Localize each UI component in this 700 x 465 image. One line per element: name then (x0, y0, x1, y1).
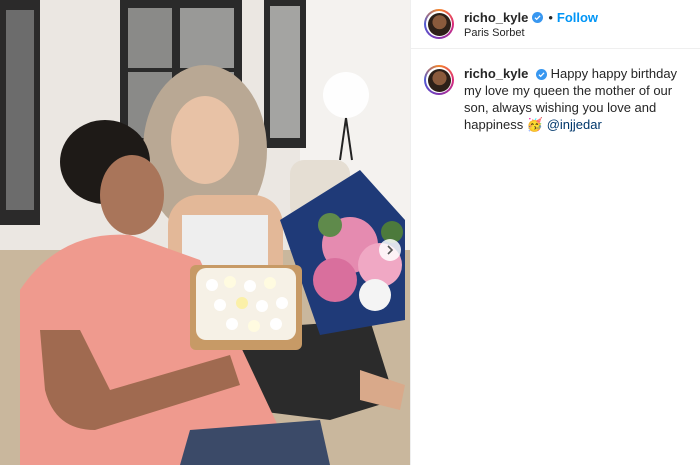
location-link[interactable]: Paris Sorbet (464, 27, 598, 39)
header-username[interactable]: richo_kyle (464, 10, 528, 25)
caption: richo_kyle Happy happy birthday my love … (411, 49, 700, 133)
separator-dot: • (548, 9, 553, 25)
verified-badge-icon (535, 69, 547, 81)
avatar[interactable] (424, 9, 454, 39)
post-header: richo_kyle • Follow Paris Sorbet (411, 0, 700, 49)
chevron-right-icon (387, 245, 394, 255)
follow-button[interactable]: Follow (557, 10, 598, 25)
caption-text: richo_kyle Happy happy birthday my love … (464, 65, 684, 133)
photo-illustration (0, 0, 410, 465)
caption-username[interactable]: richo_kyle (464, 66, 528, 81)
post-sidebar: richo_kyle • Follow Paris Sorbet richo_k… (410, 0, 700, 465)
party-emoji: 🥳 (526, 117, 544, 132)
post-photo[interactable] (0, 0, 410, 465)
instagram-post: richo_kyle • Follow Paris Sorbet richo_k… (0, 0, 700, 465)
mention-link[interactable]: @injjedar (547, 117, 602, 132)
verified-badge-icon (532, 11, 544, 23)
next-photo-button[interactable] (379, 239, 401, 261)
caption-avatar[interactable] (424, 65, 454, 95)
